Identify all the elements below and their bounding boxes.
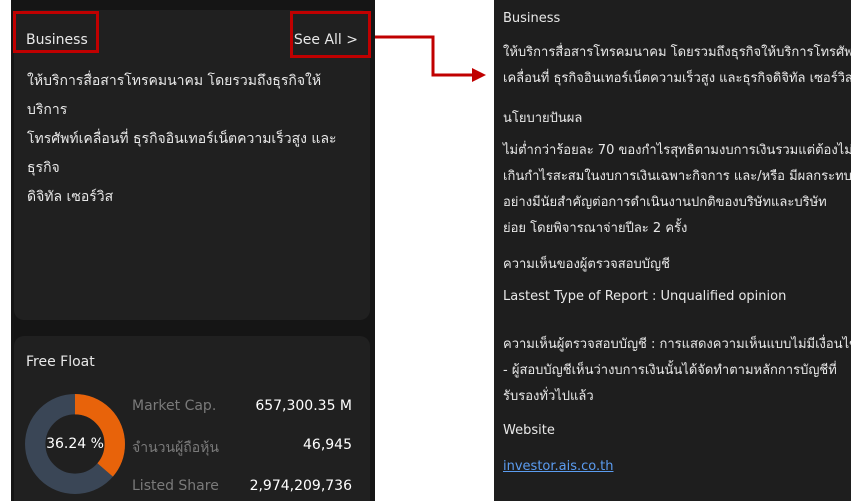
shareholders-label: จำนวนผู้ถือหุ้น [132,440,219,456]
business-text: ให้บริการสื่อสารโทรคมนาคม โดยรวมถึงธุรกิ… [503,40,851,92]
see-all-link[interactable]: See All > [294,32,358,48]
report-type: Lastest Type of Report : Unqualified opi… [503,289,787,304]
free-float-title: Free Float [26,354,95,370]
website-link[interactable]: investor.ais.co.th [503,459,613,474]
business-description: ให้บริการสื่อสารโทรคมนาคม โดยรวมถึงธุรกิ… [27,67,352,212]
business-heading: Business [503,11,561,26]
mobile-screen-left: Business See All > ให้บริการสื่อสารโทรคม… [11,0,375,501]
business-description-line: โทรศัพท์เคลื่อนที่ ธุรกิจอินเทอร์เน็ตควา… [27,131,337,176]
dividend-text-line: ไม่ต่ำกว่าร้อยละ 70 ของกำไรสุทธิตามงบการ… [503,143,851,158]
free-float-percent: 36.24 % [46,436,104,452]
auditor-opinion-line: ความเห็นผู้ตรวจสอบบัญชี : การแสดงความเห็… [503,337,851,352]
shareholders-value: 46,945 [303,437,352,453]
business-text-line: ให้บริการสื่อสารโทรคมนาคม โดยรวมถึงธุรกิ… [503,45,851,60]
market-cap-value: 657,300.35 M [255,398,352,414]
auditor-opinion-line: รับรองทั่วไปแล้ว [503,389,594,404]
arrow-icon [375,35,486,82]
free-float-card: Free Float 36.24 % Market Cap. 657,300.3… [14,336,370,501]
website-heading: Website [503,423,555,438]
business-text-line: เคลื่อนที่ ธุรกิจอินเทอร์เน็ตความเร็วสูง… [503,71,851,86]
auditor-opinion-text: ความเห็นผู้ตรวจสอบบัญชี : การแสดงความเห็… [503,332,851,410]
business-card: Business See All > ให้บริการสื่อสารโทรคม… [14,10,370,320]
dividend-heading: นโยบายปันผล [503,111,583,126]
listed-share-label: Listed Share [132,478,219,494]
market-cap-label: Market Cap. [132,398,217,414]
auditor-heading: ความเห็นของผู้ตรวจสอบบัญชี [503,257,670,272]
dividend-text-line: เกินกำไรสะสมในงบการเงินเฉพาะกิจการ และ/ห… [503,169,851,184]
business-title: Business [26,32,88,48]
dividend-text-line: อย่างมีนัยสำคัญต่อการดำเนินงานปกติของบริ… [503,195,827,210]
business-description-line: ให้บริการสื่อสารโทรคมนาคม โดยรวมถึงธุรกิ… [27,73,322,118]
dividend-text-line: ย่อย โดยพิจารณาจ่ายปีละ 2 ครั้ง [503,221,688,236]
listed-share-value: 2,974,209,736 [249,478,352,494]
auditor-opinion-line: - ผู้สอบบัญชีเห็นว่างบการเงินนั้นได้จัดท… [503,363,837,378]
business-description-line: ดิจิทัล เซอร์วิส [27,189,114,205]
mobile-screen-right: Business ให้บริการสื่อสารโทรคมนาคม โดยรว… [494,0,851,501]
dividend-text: ไม่ต่ำกว่าร้อยละ 70 ของกำไรสุทธิตามงบการ… [503,138,851,242]
